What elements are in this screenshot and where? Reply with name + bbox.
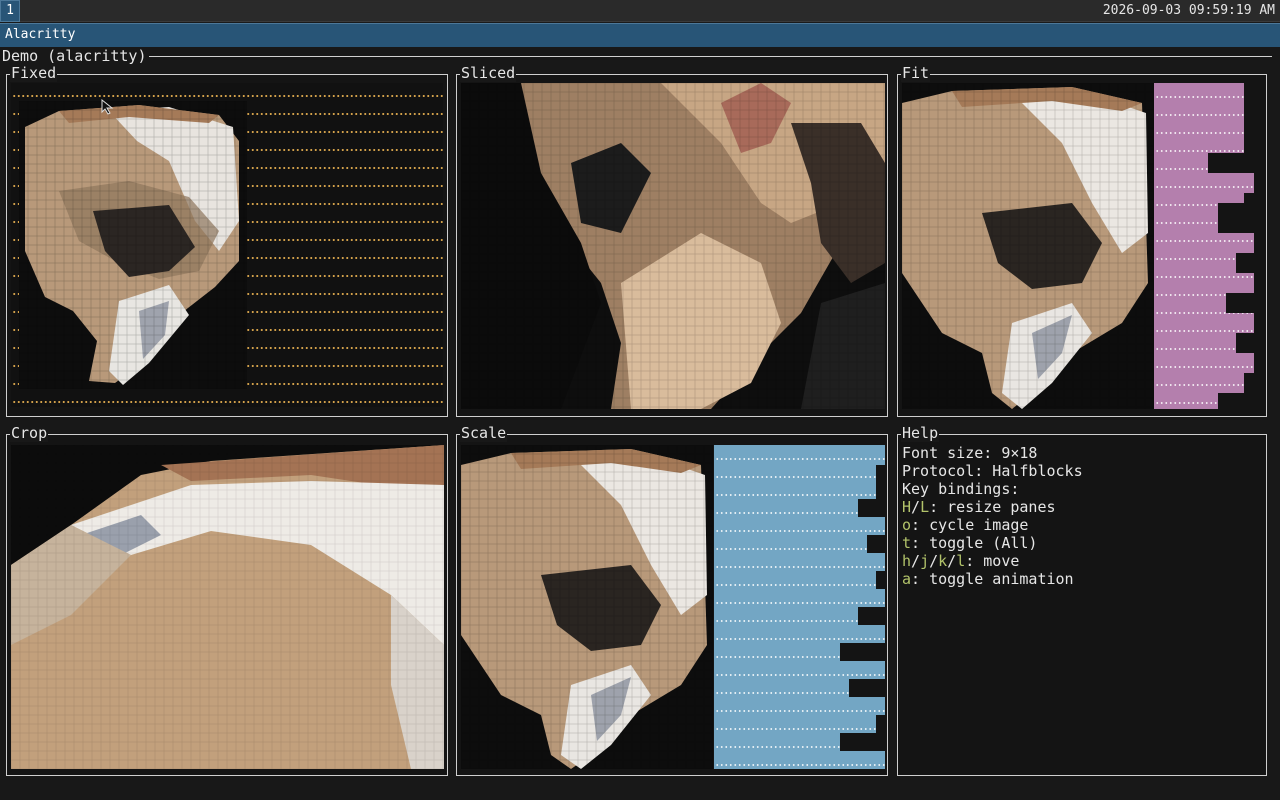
help-binding-toggle: t: toggle (All) (902, 534, 1083, 552)
pane-help: Help Font size: 9×18 Protocol: Halfblock… (897, 424, 1267, 776)
pane-title-fit: Fit (901, 64, 931, 82)
help-binding-animation: a: toggle animation (902, 570, 1083, 588)
app-title: Demo (alacritty) (2, 47, 149, 65)
pane-crop: Crop (6, 424, 448, 776)
workspace-button[interactable]: 1 (0, 0, 20, 22)
fit-background-mask (1208, 83, 1264, 409)
outer-frame-line (148, 56, 1272, 57)
binding-desc-toggle: : toggle (All) (911, 534, 1038, 552)
help-content: Font size: 9×18 Protocol: Halfblocks Key… (902, 444, 1083, 588)
pane-title-scale: Scale (460, 424, 508, 442)
binding-desc-animation: : toggle animation (911, 570, 1074, 588)
pane-title-sliced: Sliced (460, 64, 517, 82)
help-binding-move: h/j/k/l: move (902, 552, 1020, 570)
scale-viewport (461, 445, 885, 769)
sliced-viewport (461, 83, 885, 409)
pane-title-crop: Crop (10, 424, 49, 442)
pane-scale: Scale (456, 424, 888, 776)
key-l: l (956, 552, 966, 570)
help-key-bindings-heading: Key bindings: (902, 480, 1020, 498)
pane-fixed: Fixed (6, 64, 448, 417)
key-j: j (920, 552, 930, 570)
dog-image-fixed (19, 101, 247, 389)
help-font-size: Font size: 9×18 (902, 444, 1038, 462)
top-status-bar: 1 2026-09-03 09:59:19 AM (0, 0, 1280, 22)
binding-desc-move: : move (965, 552, 1020, 570)
key-L: L (920, 498, 930, 516)
fit-viewport (902, 83, 1264, 409)
pane-title-help: Help (901, 424, 940, 442)
binding-desc-resize: : resize panes (929, 498, 1056, 516)
key-o: o (902, 516, 912, 534)
dog-image-sliced (461, 83, 885, 409)
help-protocol: Protocol: Halfblocks (902, 462, 1083, 480)
key-h: h (902, 552, 912, 570)
key-H: H (902, 498, 912, 516)
crop-viewport (11, 445, 444, 769)
key-k: k (938, 552, 948, 570)
help-binding-cycle: o: cycle image (902, 516, 1083, 534)
key-t: t (902, 534, 912, 552)
window-title-bar[interactable]: Alacritty (0, 23, 1280, 47)
pane-fit: Fit (897, 64, 1267, 417)
dog-image-fit (902, 83, 1154, 409)
mouse-pointer-icon (101, 99, 114, 115)
pane-sliced: Sliced (456, 64, 888, 417)
dog-image-scale (461, 445, 713, 769)
dog-image-crop (11, 445, 444, 769)
binding-desc-cycle: : cycle image (911, 516, 1029, 534)
pane-title-fixed: Fixed (10, 64, 58, 82)
help-binding-resize: H/L: resize panes (902, 498, 1056, 516)
key-a: a (902, 570, 912, 588)
clock: 2026-09-03 09:59:19 AM (1102, 3, 1275, 18)
fixed-viewport (11, 83, 443, 407)
scale-background-mask (840, 465, 885, 751)
